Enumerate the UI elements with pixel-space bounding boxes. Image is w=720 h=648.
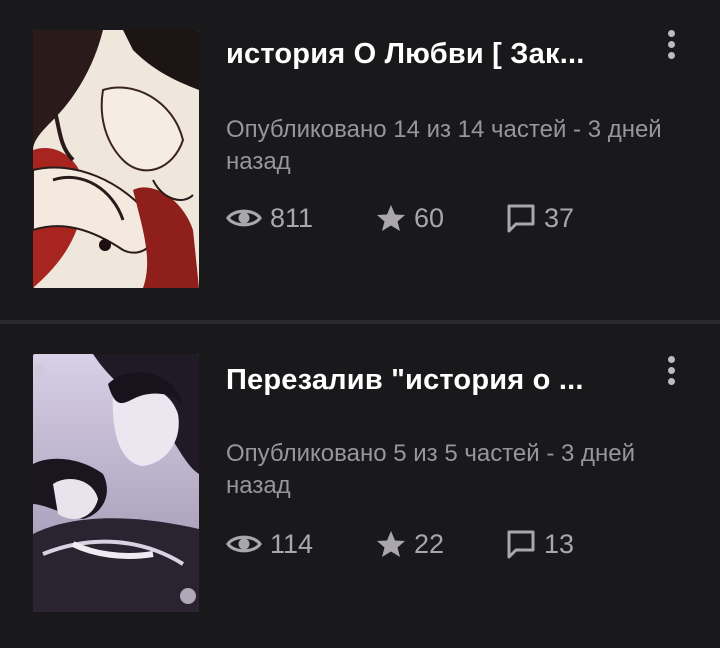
more-options-button[interactable] [656,350,686,390]
comments-stat: 13 [506,529,574,560]
views-stat: 811 [226,203,376,234]
story-title[interactable]: история О Любви [ Зак... [226,38,636,71]
story-publish-info: Опубликовано 14 из 14 частей - 3 дней на… [226,116,662,175]
comment-icon [507,204,535,233]
more-vertical-icon-dot [667,40,675,48]
story-cover-image[interactable] [33,30,199,288]
eye-icon [226,209,262,227]
eye-icon [226,535,262,553]
comments-stat: 37 [506,203,574,234]
story-publish-info: Опубликовано 5 из 5 частей - 3 дней наза… [226,440,636,499]
votes-stat: 22 [376,529,506,560]
cover-artwork [33,354,199,612]
views-stat: 114 [226,529,376,560]
story-card[interactable]: Перезалив "история о ... Опубликовано 5 … [0,324,720,648]
more-options-button[interactable] [656,24,686,64]
views-count: 811 [270,202,314,233]
story-cover-image[interactable] [33,354,199,612]
star-icon [377,205,405,231]
story-card[interactable]: история О Любви [ Зак... Опубликовано 14… [0,0,720,320]
story-stats: 811 60 37 [226,200,574,236]
more-vertical-icon [667,355,675,363]
story-stats: 114 22 13 [226,526,574,562]
cover-artwork [33,30,199,288]
more-vertical-icon-dot [667,51,675,59]
more-vertical-icon [667,29,675,37]
comments-count: 13 [544,528,575,559]
comments-count: 37 [544,202,575,233]
more-vertical-icon-dot [667,377,675,385]
star-icon [377,531,405,557]
story-title[interactable]: Перезалив "история о ... [226,364,636,397]
views-count: 114 [270,528,314,559]
votes-count: 60 [414,202,445,233]
more-vertical-icon-dot [667,366,675,374]
votes-stat: 60 [376,203,506,234]
votes-count: 22 [414,528,445,559]
comment-icon [507,530,535,559]
